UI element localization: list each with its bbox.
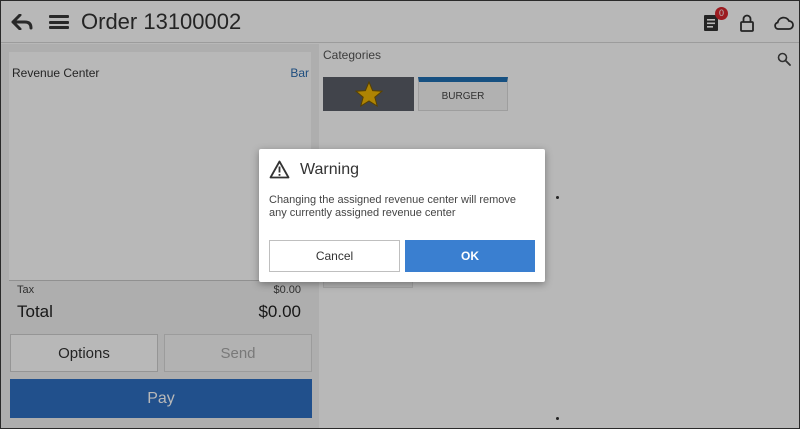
dialog-message: Changing the assigned revenue center wil… bbox=[269, 194, 517, 219]
dialog-title: Warning bbox=[300, 160, 359, 178]
app-window: Order 13100002 0 Revenue Center Bar Tax … bbox=[0, 0, 800, 429]
dialog-header: Warning bbox=[269, 160, 359, 179]
cancel-button[interactable]: Cancel bbox=[269, 240, 400, 272]
ok-button[interactable]: OK bbox=[405, 240, 535, 272]
warning-dialog: Warning Changing the assigned revenue ce… bbox=[259, 149, 545, 282]
warning-icon bbox=[269, 160, 290, 179]
